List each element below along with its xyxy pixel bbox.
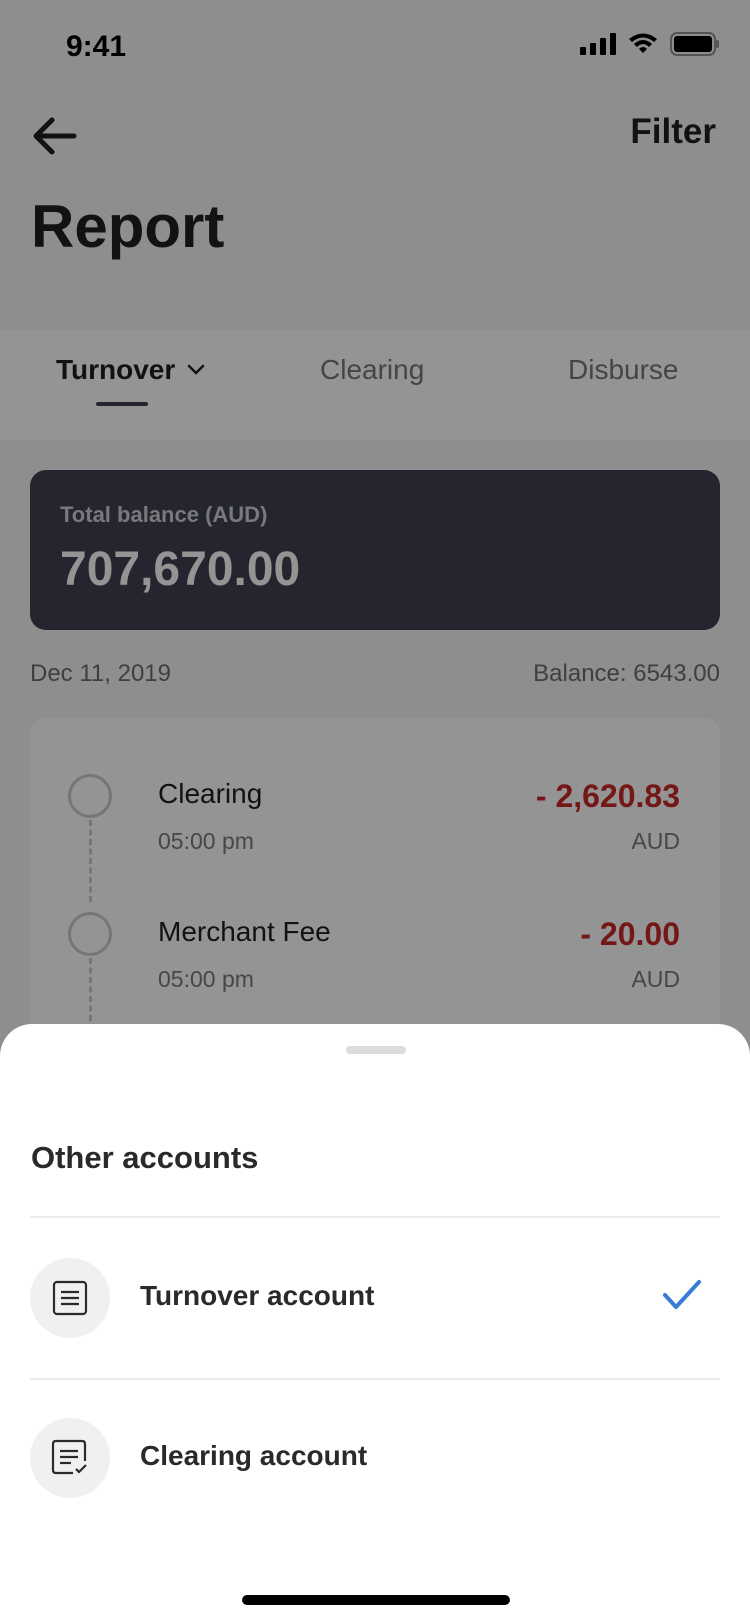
checkmark-icon (663, 1280, 701, 1309)
home-indicator (242, 1595, 510, 1605)
document-check-icon (51, 1439, 87, 1475)
option-turnover-account[interactable]: Turnover account (0, 1218, 750, 1378)
option-label: Turnover account (140, 1280, 375, 1311)
option-clearing-account[interactable]: Clearing account (0, 1380, 750, 1540)
option-label: Clearing account (140, 1440, 368, 1471)
sheet-title: Other accounts (31, 1140, 259, 1175)
option-icon-wrap (30, 1258, 110, 1338)
accounts-bottom-sheet: Other accounts Turnover account Clearing… (0, 1024, 750, 1624)
document-icon (52, 1280, 88, 1316)
sheet-drag-handle[interactable] (346, 1046, 406, 1054)
option-icon-wrap (30, 1418, 110, 1498)
